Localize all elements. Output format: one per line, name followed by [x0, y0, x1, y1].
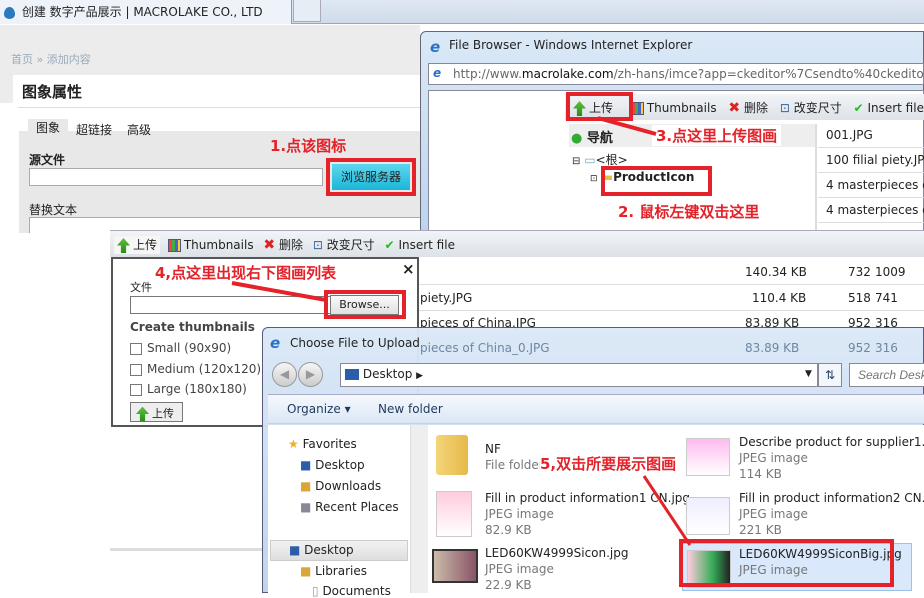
arrow-step5 — [642, 475, 692, 546]
arrow-step3 — [597, 116, 657, 136]
annotation-arrows — [231, 116, 692, 546]
arrow-step4 — [231, 281, 327, 302]
